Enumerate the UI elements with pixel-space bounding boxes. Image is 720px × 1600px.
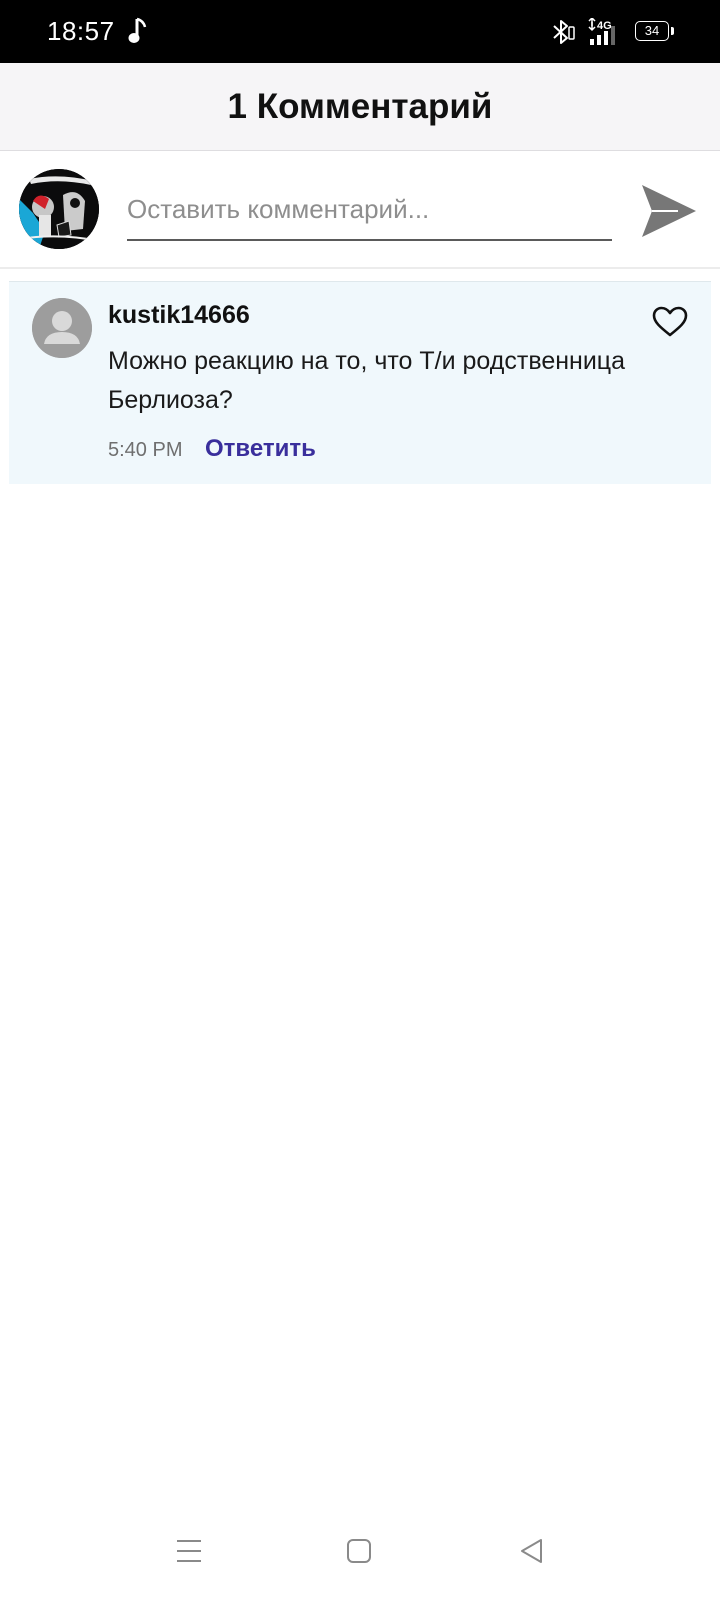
avatar-image — [19, 169, 99, 249]
comment-input[interactable] — [127, 179, 612, 241]
home-icon[interactable] — [344, 1536, 374, 1566]
battery-icon: 34 — [635, 21, 675, 43]
status-time: 18:57 — [47, 16, 115, 46]
menu-icon[interactable] — [174, 1536, 204, 1566]
comment-timestamp: 5:40 PM — [108, 439, 183, 461]
comment-composer — [0, 151, 720, 269]
back-icon[interactable] — [517, 1536, 547, 1566]
comment-author-avatar[interactable] — [32, 298, 92, 358]
send-icon[interactable] — [638, 181, 700, 241]
system-nav-bar — [0, 1500, 720, 1600]
signal-icon: 4G — [588, 18, 615, 45]
comment-author[interactable]: kustik14666 — [108, 299, 250, 331]
comment-text: Можно реакцию на то, что Т/и родственниц… — [108, 347, 626, 414]
user-avatar[interactable] — [19, 169, 99, 249]
bluetooth-icon — [553, 20, 575, 44]
network-type: 4G — [597, 20, 612, 32]
reply-button[interactable]: Ответить — [205, 434, 316, 464]
music-note-icon — [128, 17, 147, 43]
page-title: 1 Комментарий — [227, 87, 493, 126]
comment-item: kustik14666 Можно реакцию на то, что Т/и… — [9, 281, 711, 484]
default-avatar-icon — [32, 298, 92, 358]
comments-header: 1 Комментарий — [0, 63, 720, 151]
heart-outline-icon[interactable] — [652, 306, 688, 338]
status-bar: 18:57 4G 34 — [0, 0, 720, 63]
battery-level: 34 — [644, 23, 660, 38]
